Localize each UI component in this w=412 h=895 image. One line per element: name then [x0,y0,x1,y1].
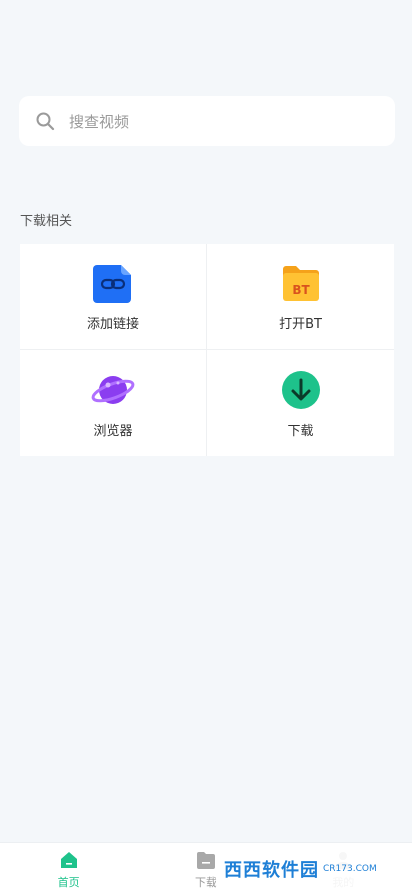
tile-label: 下载 [287,423,314,439]
search-placeholder: 搜查视频 [69,112,130,131]
watermark: 西西软件园 CR173.COM [216,849,412,889]
nav-label: 首页 [57,875,80,889]
download-tools-grid: 添加链接 BT 打开BT 浏览器 下载 [20,244,394,456]
tile-download[interactable]: 下载 [207,350,394,456]
watermark-text: 西西软件园 [224,860,319,881]
download-icon [281,370,320,409]
link-file-icon [93,265,131,303]
svg-text:BT: BT [292,283,310,297]
section-title: 下载相关 [20,214,73,229]
tile-label: 打开BT [279,317,322,332]
nav-home[interactable]: 首页 [19,849,119,890]
search-icon [36,112,55,131]
tile-browser[interactable]: 浏览器 [20,350,207,456]
tile-open-bt[interactable]: BT 打开BT [207,244,394,350]
home-icon [60,851,77,868]
planet-icon [91,375,135,404]
watermark-sub: CR173.COM [323,864,377,874]
folder-icon [196,851,215,869]
search-bar[interactable]: 搜查视频 [19,96,395,146]
tile-label: 浏览器 [93,423,133,439]
tile-label: 添加链接 [86,317,139,332]
nav-label: 下载 [194,875,217,889]
bt-folder-icon: BT [282,266,319,301]
tile-add-link[interactable]: 添加链接 [20,244,207,350]
